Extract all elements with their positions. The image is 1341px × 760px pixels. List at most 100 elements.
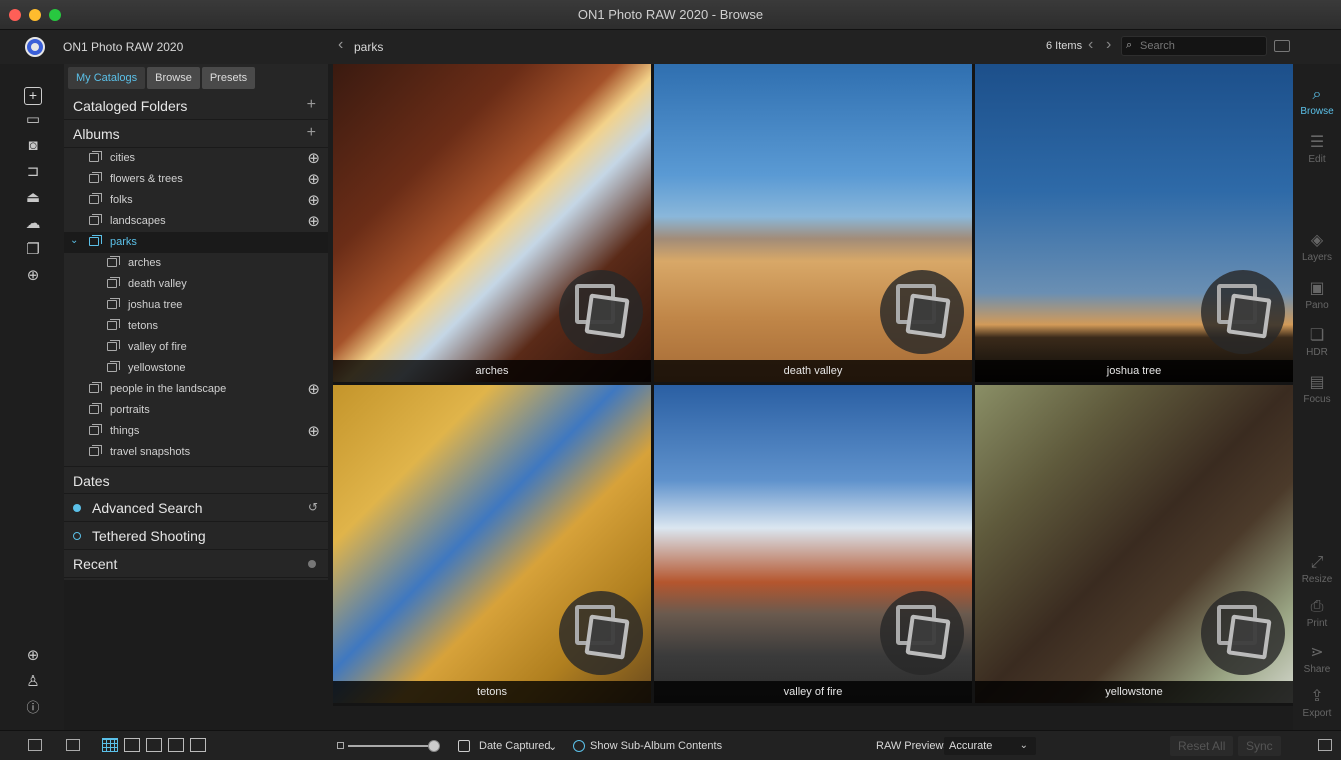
module-label: Print [1306, 618, 1328, 629]
album-item-selected[interactable]: ⌄ parks [64, 232, 328, 253]
folder-link-icon[interactable]: ⊐ [24, 163, 42, 181]
module-label: Layers [1301, 252, 1332, 263]
show-sub-album-label[interactable]: Show Sub-Album Contents [590, 740, 722, 752]
sub-album-item[interactable]: joshua tree [64, 295, 328, 316]
search-box[interactable]: ⌕ [1121, 36, 1267, 56]
album-item[interactable]: folks ⊕ [64, 190, 328, 211]
thumbnail-size-slider[interactable] [348, 745, 430, 747]
album-item[interactable]: landscapes ⊕ [64, 211, 328, 232]
toggle-left-panel-icon[interactable] [28, 739, 42, 751]
back-chevron-icon[interactable]: ‹ [338, 36, 343, 54]
album-icon [107, 340, 120, 351]
detail-view-icon[interactable] [124, 738, 140, 752]
filmstrip-icon[interactable] [66, 739, 80, 751]
monitor-icon[interactable]: ▭ [24, 111, 42, 129]
cloud-icon[interactable]: ☁ [24, 215, 42, 233]
user-icon[interactable]: ♙ [24, 673, 42, 691]
recent-section[interactable]: Recent [64, 550, 328, 578]
sync-globe-icon[interactable]: ⊕ [307, 212, 320, 230]
album-item[interactable]: flowers & trees ⊕ [64, 169, 328, 190]
sync-icon[interactable]: ⊕ [24, 647, 42, 665]
browse-module-button[interactable]: ⌕ Browse [1293, 86, 1341, 117]
reset-icon[interactable]: ↺ [308, 500, 318, 514]
advanced-search-section[interactable]: Advanced Search ↺ [64, 494, 328, 522]
search-input[interactable] [1140, 39, 1262, 53]
help-icon[interactable]: ⓘ [24, 699, 42, 717]
breadcrumb[interactable]: parks [354, 40, 383, 54]
drive-icon[interactable]: ⏏ [24, 189, 42, 207]
layers-module-button[interactable]: ◈ Layers [1293, 232, 1341, 263]
album-label: portraits [110, 404, 150, 416]
folder-icon[interactable] [1274, 40, 1290, 52]
add-icon[interactable]: + [307, 124, 316, 142]
cataloged-folders-section[interactable]: Cataloged Folders + [64, 92, 328, 120]
edit-module-button[interactable]: ☰ Edit [1293, 134, 1341, 165]
export-module-button[interactable]: ⇪ Export [1293, 688, 1341, 719]
next-icon[interactable]: › [1106, 36, 1111, 54]
print-module-button[interactable]: ⎙ Print [1293, 598, 1341, 629]
clear-recent-icon[interactable] [308, 560, 316, 568]
album-item[interactable]: travel snapshots [64, 442, 328, 463]
camera-icon[interactable]: ◙ [24, 137, 42, 155]
photo-tile[interactable]: yellowstone [975, 385, 1293, 703]
app-name: ON1 Photo RAW 2020 [63, 40, 184, 54]
album-stack-icon [559, 270, 643, 354]
sub-album-item[interactable]: tetons [64, 316, 328, 337]
sub-album-item[interactable]: yellowstone [64, 358, 328, 379]
sync-button[interactable]: Sync [1238, 736, 1281, 756]
sort-dropdown[interactable]: Date Captured [479, 740, 551, 752]
photo-tile[interactable]: death valley [654, 64, 972, 382]
share-module-button[interactable]: ⋗ Share [1293, 644, 1341, 675]
tab-my-catalogs[interactable]: My Catalogs [68, 67, 146, 89]
sync-globe-icon[interactable]: ⊕ [307, 422, 320, 440]
add-icon[interactable]: + [307, 96, 316, 114]
album-icon [89, 445, 102, 456]
photo-tile[interactable]: valley of fire [654, 385, 972, 703]
tethered-shooting-section[interactable]: Tethered Shooting [64, 522, 328, 550]
export-icon: ⇪ [1310, 688, 1324, 705]
grid-view-icon[interactable] [102, 738, 118, 752]
album-item[interactable]: portraits [64, 400, 328, 421]
focus-module-button[interactable]: ▤ Focus [1293, 374, 1341, 405]
album-item[interactable]: people in the landscape ⊕ [64, 379, 328, 400]
chevron-down-icon[interactable]: ⌄ [548, 740, 557, 753]
globe-icon[interactable]: ⊕ [24, 267, 42, 285]
reset-all-button[interactable]: Reset All [1170, 736, 1234, 756]
photo-tile[interactable]: joshua tree [975, 64, 1293, 382]
photo-tile[interactable]: tetons [333, 385, 651, 703]
tab-presets[interactable]: Presets [201, 67, 256, 89]
sync-globe-icon[interactable]: ⊕ [307, 170, 320, 188]
album-icon [107, 361, 120, 372]
dates-section[interactable]: Dates [64, 466, 328, 494]
sync-globe-icon[interactable]: ⊕ [307, 380, 320, 398]
compare-view-icon[interactable] [168, 738, 184, 752]
sync-globe-icon[interactable]: ⊕ [307, 149, 320, 167]
albums-section[interactable]: Albums + [64, 120, 328, 148]
pano-module-button[interactable]: ▣ Pano [1293, 280, 1341, 311]
photo-tile[interactable]: arches [333, 64, 651, 382]
previous-icon[interactable]: ‹ [1088, 36, 1093, 54]
map-view-icon[interactable] [190, 738, 206, 752]
slider-handle[interactable] [428, 740, 440, 752]
album-item[interactable]: cities ⊕ [64, 148, 328, 169]
search-icon: ⌕ [1126, 39, 1133, 51]
resize-module-button[interactable]: ⤢ Resize [1293, 554, 1341, 585]
add-folder-icon[interactable]: + [24, 87, 42, 105]
sub-album-toggle[interactable] [573, 740, 585, 752]
sub-album-item[interactable]: arches [64, 253, 328, 274]
sub-album-item[interactable]: valley of fire [64, 337, 328, 358]
filmstrip-view-icon[interactable] [146, 738, 162, 752]
album-icon [89, 151, 102, 162]
tab-browse[interactable]: Browse [147, 67, 200, 89]
albums-icon[interactable]: ❐ [24, 241, 42, 259]
sub-album-item[interactable]: death valley [64, 274, 328, 295]
status-dot [73, 504, 81, 512]
sync-globe-icon[interactable]: ⊕ [307, 191, 320, 209]
album-icon [89, 424, 102, 435]
toggle-right-panel-icon[interactable] [1318, 739, 1332, 751]
chevron-down-icon[interactable]: ⌄ [70, 235, 78, 246]
hdr-module-button[interactable]: ❏ HDR [1293, 327, 1341, 358]
album-stack-icon [880, 270, 964, 354]
album-item[interactable]: things ⊕ [64, 421, 328, 442]
raw-previews-select[interactable]: Accurate ⌄ [944, 737, 1036, 755]
